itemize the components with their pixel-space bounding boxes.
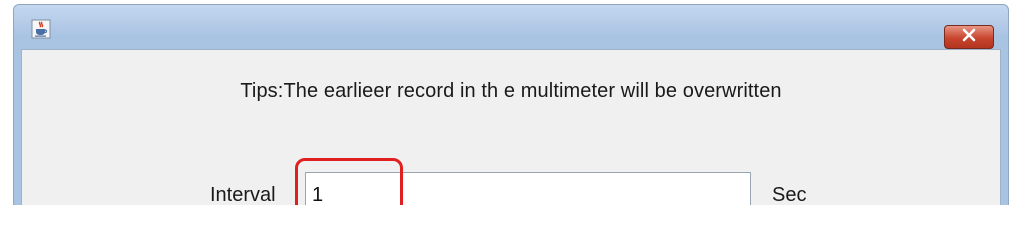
close-button[interactable] (944, 25, 994, 49)
unit-label: Sec (772, 184, 807, 205)
dialog-window: Tips:The earlieer record in th e multime… (13, 4, 1009, 205)
interval-input[interactable] (305, 172, 751, 205)
interval-label: Interval (210, 184, 276, 205)
tips-message: Tips:The earlieer record in th e multime… (240, 80, 782, 102)
close-icon (961, 28, 977, 47)
title-bar[interactable] (14, 5, 1008, 49)
java-coffee-icon (31, 19, 51, 39)
dialog-content: Tips:The earlieer record in th e multime… (21, 49, 1001, 205)
